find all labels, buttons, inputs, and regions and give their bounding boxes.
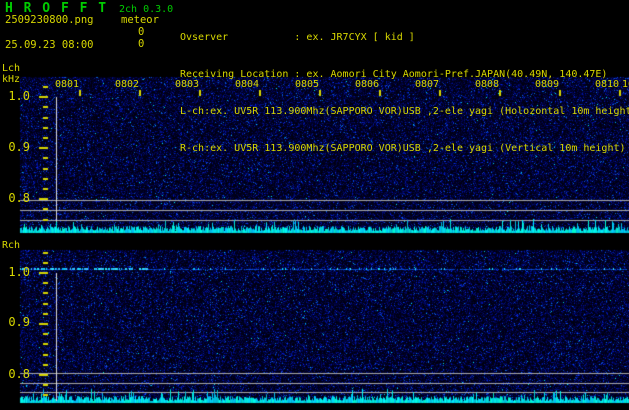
rch-freq-label-0-8: 0.8 [8, 367, 30, 381]
rch-freq-label-0-9: 0.9 [8, 315, 30, 329]
time-label: 0808 [475, 79, 500, 90]
lch-freq-label-1-0: 1.0 [8, 89, 30, 103]
lch-freq-label-0-9: 0.9 [8, 140, 30, 154]
rch-channel-label: Rch [2, 240, 21, 251]
time-label: 0802 [115, 79, 140, 90]
time-label: 0807 [415, 79, 440, 90]
station-observer-line: Ovserver : ex. JR7CYX [ kid ] [180, 31, 415, 43]
station-lch-line: L-ch:ex. UV5R 113.900Mhz(SAPPORO VOR)USB… [180, 106, 629, 118]
lch-channel-label: Lch [2, 63, 21, 74]
time-label-partial: 10 [622, 79, 629, 90]
time-label: 0809 [535, 79, 560, 90]
lch-freq-label-0-8: 0.8 [8, 191, 30, 205]
output-filename: 2509230800.png [5, 14, 94, 26]
lch-unit-label: kHz [2, 74, 21, 85]
station-rch-line: R-ch:ex. UV5R 113.900Mhz(SAPPORO VOR)USB… [180, 143, 626, 155]
time-label: 0801 [55, 79, 80, 90]
time-label: 0805 [295, 79, 320, 90]
rch-spectrogram-panel [20, 250, 629, 403]
rch-freq-label-1-0: 1.0 [8, 265, 30, 279]
time-label: 0803 [175, 79, 200, 90]
observation-datetime: 25.09.23 08:00 [5, 38, 94, 51]
meteor-count-primary: 0 [138, 26, 145, 38]
hrofft-screen: { "header": { "title": "H R O F F T", "v… [0, 0, 629, 410]
meteor-label: meteor [121, 14, 159, 26]
meteor-count-secondary: 0 [138, 37, 145, 50]
time-label: 0810 [595, 79, 620, 90]
time-label: 0806 [355, 79, 380, 90]
time-label: 0804 [235, 79, 260, 90]
